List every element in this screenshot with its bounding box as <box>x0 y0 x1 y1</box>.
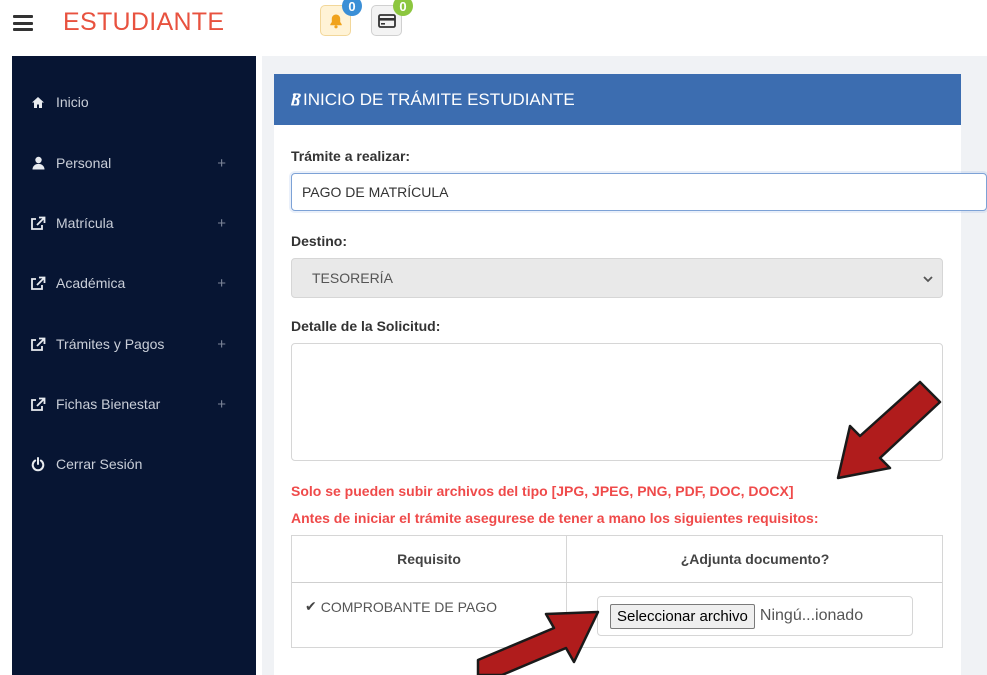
expand-plus-icon: + <box>217 274 226 292</box>
sidebar-item-matricula[interactable]: Matrícula + <box>12 203 256 243</box>
sidebar-item-label: Académica <box>56 275 126 291</box>
detalle-label: Detalle de la Solicitud: <box>291 318 441 334</box>
file-input[interactable]: Seleccionar archivo Ningú...ionado <box>597 596 913 636</box>
sidebar-item-label: Personal <box>56 155 112 171</box>
home-icon <box>30 96 46 109</box>
sidebar-item-label: Matrícula <box>56 215 114 231</box>
table-row: ✔ COMPROBANTE DE PAGO <box>305 598 497 615</box>
table-divider <box>566 536 567 647</box>
credit-card-icon <box>377 13 396 28</box>
detalle-textarea[interactable] <box>291 343 943 461</box>
destino-select[interactable]: TESORERÍA <box>291 258 943 298</box>
sidebar-item-inicio[interactable]: Inicio <box>12 82 256 122</box>
sidebar-item-label: Cerrar Sesión <box>56 456 143 472</box>
table-divider <box>292 582 942 583</box>
panel-title: INICIO DE TRÁMITE ESTUDIANTE <box>303 89 575 109</box>
requirements-warning: Antes de iniciar el trámite asegurese de… <box>291 510 819 526</box>
destino-label: Destino: <box>291 233 347 249</box>
requirement-name: COMPROBANTE DE PAGO <box>320 598 498 615</box>
external-link-icon <box>30 276 46 291</box>
expand-plus-icon: + <box>217 395 226 413</box>
chevron-down-icon <box>923 276 933 283</box>
requirements-table: Requisito ¿Adjunta documento? ✔ COMPROBA… <box>291 535 943 648</box>
panel-header: Ⲃ INICIO DE TRÁMITE ESTUDIANTE <box>274 74 961 125</box>
column-header-requisito: Requisito <box>397 551 461 567</box>
payments-badge: 0 <box>393 0 413 16</box>
notifications-badge: 0 <box>342 0 362 16</box>
sidebar-item-fichas-bienestar[interactable]: Fichas Bienestar + <box>12 384 256 424</box>
hamburger-menu-icon[interactable] <box>13 15 33 31</box>
power-icon <box>30 456 46 472</box>
top-bar: ESTUDIANTE 0 0 <box>0 0 987 52</box>
check-icon: ✔ <box>305 598 317 614</box>
sidebar-item-tramites-pagos[interactable]: Trámites y Pagos + <box>12 324 256 364</box>
sidebar: Inicio Personal + Matrícula + Académica … <box>12 56 256 675</box>
select-file-button[interactable]: Seleccionar archivo <box>610 603 755 629</box>
expand-plus-icon: + <box>217 154 226 172</box>
sidebar-item-label: Inicio <box>56 94 89 110</box>
expand-plus-icon: + <box>217 214 226 232</box>
tramite-label: Trámite a realizar: <box>291 148 411 164</box>
column-header-adjunta: ¿Adjunta documento? <box>680 551 830 567</box>
tramite-value: PAGO DE MATRÍCULA <box>302 184 449 200</box>
file-types-warning: Solo se pueden subir archivos del tipo [… <box>291 483 794 499</box>
payments-button[interactable]: 0 <box>371 0 413 36</box>
notifications-button[interactable]: 0 <box>320 0 362 36</box>
external-link-icon <box>30 337 46 352</box>
sidebar-item-label: Trámites y Pagos <box>56 336 165 352</box>
destino-value: TESORERÍA <box>312 270 393 286</box>
tramite-input[interactable]: PAGO DE MATRÍCULA <box>291 173 987 211</box>
tramite-icon: Ⲃ <box>290 89 300 109</box>
bell-icon <box>329 14 342 28</box>
sidebar-item-personal[interactable]: Personal + <box>12 143 256 183</box>
sidebar-item-academica[interactable]: Académica + <box>12 263 256 303</box>
external-link-icon <box>30 216 46 231</box>
external-link-icon <box>30 397 46 412</box>
sidebar-item-cerrar-sesion[interactable]: Cerrar Sesión <box>12 444 256 484</box>
user-icon <box>30 156 46 170</box>
sidebar-item-label: Fichas Bienestar <box>56 396 161 412</box>
expand-plus-icon: + <box>217 335 226 353</box>
file-status: Ningú...ionado <box>759 607 864 624</box>
brand-title: ESTUDIANTE <box>63 8 225 36</box>
